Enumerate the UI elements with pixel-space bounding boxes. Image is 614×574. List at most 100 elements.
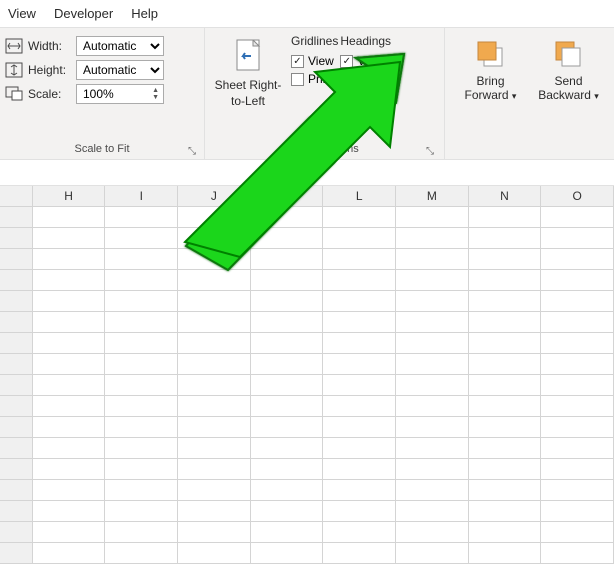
scale-input[interactable]: 100% ▲▼	[76, 84, 164, 104]
cell[interactable]	[178, 291, 251, 312]
cell[interactable]	[323, 249, 396, 270]
cell[interactable]	[323, 333, 396, 354]
cell[interactable]	[541, 543, 614, 564]
cell[interactable]	[33, 501, 106, 522]
width-select[interactable]: Automatic	[76, 36, 164, 56]
cell[interactable]	[323, 291, 396, 312]
cell[interactable]	[469, 249, 542, 270]
cell[interactable]	[178, 522, 251, 543]
gridlines-view-checkbox[interactable]: ✓ View	[291, 54, 334, 68]
column-header[interactable]: L	[323, 186, 396, 207]
cell[interactable]	[178, 312, 251, 333]
gridlines-print-checkbox[interactable]: Print	[291, 72, 333, 86]
cell[interactable]	[323, 396, 396, 417]
cell[interactable]	[33, 291, 106, 312]
cell[interactable]	[541, 228, 614, 249]
cell[interactable]	[396, 312, 469, 333]
cell[interactable]	[396, 396, 469, 417]
row-header[interactable]	[0, 480, 33, 501]
cell[interactable]	[323, 207, 396, 228]
cell[interactable]	[251, 207, 324, 228]
row-header[interactable]	[0, 228, 33, 249]
cell[interactable]	[323, 438, 396, 459]
cell[interactable]	[105, 459, 178, 480]
cell[interactable]	[105, 249, 178, 270]
row-header[interactable]	[0, 333, 33, 354]
cell[interactable]	[251, 249, 324, 270]
headings-view-checkbox[interactable]: ✓ View	[340, 54, 383, 68]
menu-help[interactable]: Help	[131, 6, 158, 21]
cell[interactable]	[105, 228, 178, 249]
cell[interactable]	[469, 228, 542, 249]
cell[interactable]	[178, 417, 251, 438]
cell[interactable]	[251, 291, 324, 312]
cell[interactable]	[541, 480, 614, 501]
cell[interactable]	[178, 459, 251, 480]
cell[interactable]	[541, 438, 614, 459]
cell[interactable]	[251, 417, 324, 438]
cell[interactable]	[33, 207, 106, 228]
headings-print-checkbox[interactable]: Print	[340, 72, 382, 86]
cell[interactable]	[178, 249, 251, 270]
cell[interactable]	[469, 438, 542, 459]
cell[interactable]	[541, 375, 614, 396]
cell[interactable]	[469, 207, 542, 228]
bring-forward-button[interactable]: BringForward ▾	[455, 34, 527, 159]
cell[interactable]	[105, 396, 178, 417]
send-backward-button[interactable]: SendBackward ▾	[533, 34, 605, 159]
formula-bar[interactable]	[0, 160, 614, 186]
cell[interactable]	[469, 396, 542, 417]
cell[interactable]	[396, 522, 469, 543]
select-all-corner[interactable]	[0, 186, 33, 207]
column-header[interactable]: I	[105, 186, 178, 207]
cell[interactable]	[105, 480, 178, 501]
spinner-arrows-icon[interactable]: ▲▼	[152, 87, 159, 101]
menu-view[interactable]: View	[8, 6, 36, 21]
cell[interactable]	[33, 312, 106, 333]
cell[interactable]	[541, 501, 614, 522]
cell[interactable]	[396, 270, 469, 291]
cell[interactable]	[396, 354, 469, 375]
cell[interactable]	[541, 417, 614, 438]
cell[interactable]	[251, 396, 324, 417]
column-header[interactable]: J	[178, 186, 251, 207]
cell[interactable]	[33, 543, 106, 564]
cell[interactable]	[396, 249, 469, 270]
column-header[interactable]: H	[33, 186, 106, 207]
cell[interactable]	[33, 417, 106, 438]
cell[interactable]	[251, 543, 324, 564]
row-header[interactable]	[0, 291, 33, 312]
cell[interactable]	[469, 459, 542, 480]
column-header[interactable]: O	[541, 186, 614, 207]
row-header[interactable]	[0, 249, 33, 270]
cell[interactable]	[323, 417, 396, 438]
cell[interactable]	[323, 522, 396, 543]
cell[interactable]	[33, 459, 106, 480]
cell[interactable]	[105, 270, 178, 291]
cell[interactable]	[105, 333, 178, 354]
cell[interactable]	[469, 543, 542, 564]
cell[interactable]	[469, 354, 542, 375]
cell[interactable]	[323, 312, 396, 333]
cell[interactable]	[33, 522, 106, 543]
cell[interactable]	[323, 480, 396, 501]
cell[interactable]	[323, 228, 396, 249]
cell[interactable]	[178, 543, 251, 564]
height-select[interactable]: Automatic	[76, 60, 164, 80]
cell[interactable]	[541, 312, 614, 333]
cell[interactable]	[396, 291, 469, 312]
cell[interactable]	[33, 480, 106, 501]
cell[interactable]	[396, 480, 469, 501]
sheet-rtl-button[interactable]: Sheet Right- to-Left	[211, 34, 285, 139]
column-header[interactable]: K	[251, 186, 324, 207]
cell[interactable]	[396, 459, 469, 480]
cell[interactable]	[178, 501, 251, 522]
cell[interactable]	[178, 438, 251, 459]
cell[interactable]	[251, 522, 324, 543]
cell[interactable]	[469, 480, 542, 501]
cell[interactable]	[396, 375, 469, 396]
cell[interactable]	[178, 207, 251, 228]
cell[interactable]	[469, 333, 542, 354]
cell[interactable]	[178, 228, 251, 249]
cell[interactable]	[178, 333, 251, 354]
